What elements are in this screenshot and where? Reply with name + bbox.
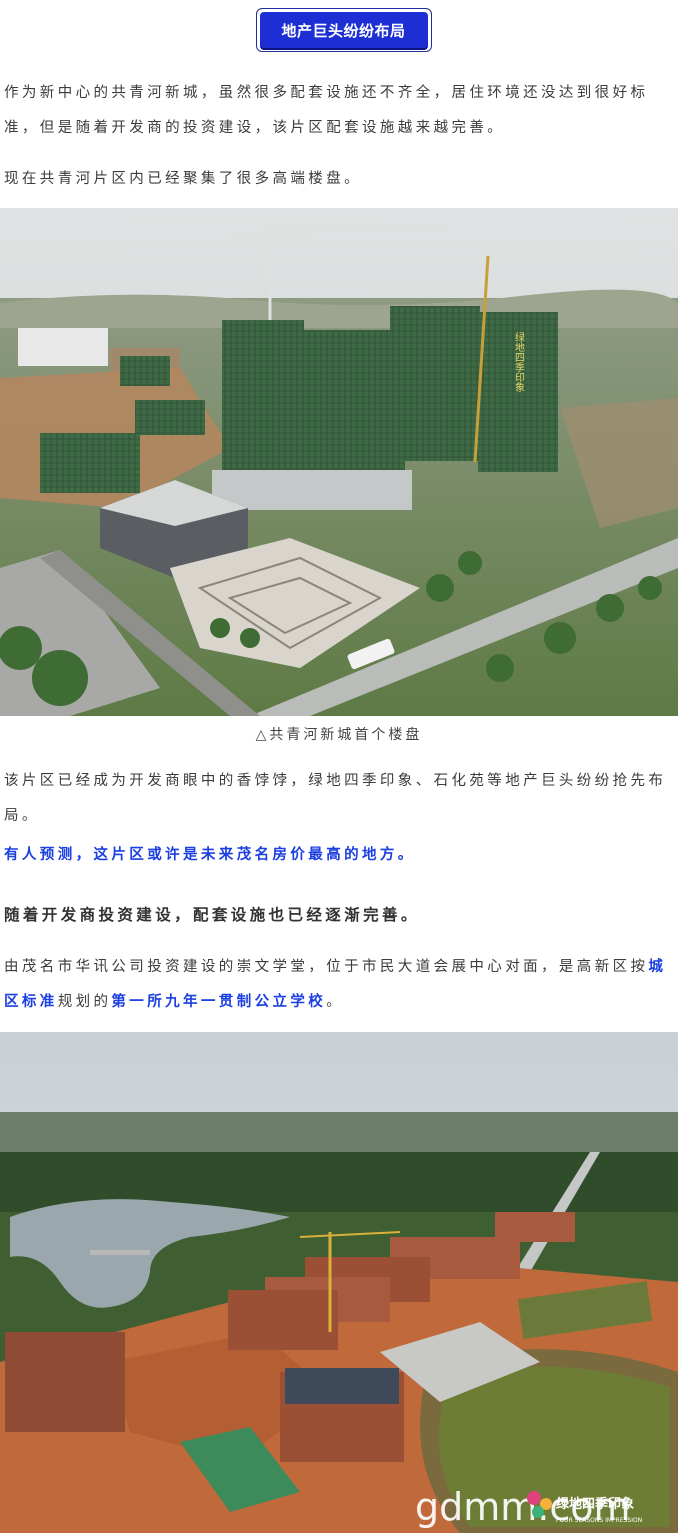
paragraph-intro: 作为新中心的共青河新城，虽然很多配套设施还不齐全，居住环境还没达到很好标准，但是… [4, 85, 649, 136]
tower-banner-text: 绿地四季印象 [513, 331, 525, 392]
paragraph-facilities-heading: 随着开发商投资建设，配套设施也已经逐渐完善。 [4, 906, 420, 924]
photo-school-campus: gdmm.com 绿地四季印象 FOUR SEASONS IMPRESSION [0, 1032, 678, 1533]
section-badge-frame: 地产巨头纷纷布局 [255, 8, 432, 52]
photo-caption: △共青河新城首个楼盘 [255, 727, 423, 743]
logo-text: 绿地四季印象 [556, 1496, 634, 1512]
school-text-part3: 规划的 [57, 994, 112, 1010]
school-text-part5: 。 [326, 994, 345, 1010]
paragraph-prediction: 有人预测，这片区或许是未来茂名房价最高的地方。 [4, 847, 416, 863]
school-text-part1: 由茂名市华讯公司投资建设的崇文学堂，位于市民大道会展中心对面，是高新区按 [4, 959, 649, 975]
section-badge: 地产巨头纷纷布局 [259, 12, 428, 48]
paragraph-high-end: 现在共青河片区内已经聚集了很多高端楼盘。 [4, 171, 362, 187]
section-header: 地产巨头纷纷布局 [0, 8, 687, 52]
paragraph-developers: 该片区已经成为开发商眼中的香饽饽，绿地四季印象、石化苑等地产巨头纷纷抢先布局。 [4, 773, 667, 824]
highlight-first-school: 第一所九年一贯制公立学校 [111, 994, 327, 1010]
logo-subtext: FOUR SEASONS IMPRESSION [556, 1517, 642, 1524]
paragraph-school: 由茂名市华讯公司投资建设的崇文学堂，位于市民大道会展中心对面，是高新区按城区标准… [4, 950, 680, 1020]
aerial-school-image: gdmm.com 绿地四季印象 FOUR SEASONS IMPRESSION [0, 1032, 678, 1533]
photo-first-project: 绿地四季印象 [0, 208, 678, 716]
aerial-construction-image: 绿地四季印象 [0, 208, 678, 716]
